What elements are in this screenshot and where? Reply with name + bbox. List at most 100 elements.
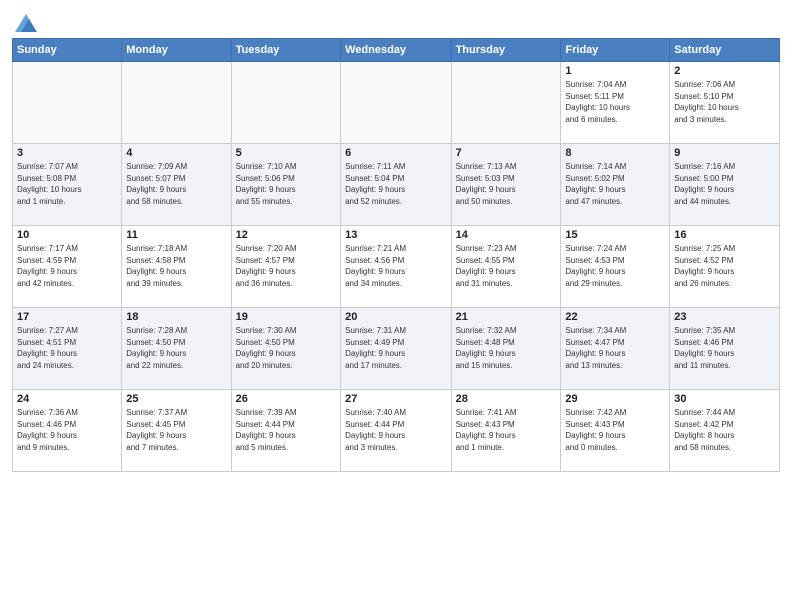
calendar-day bbox=[231, 62, 340, 144]
calendar-day bbox=[122, 62, 231, 144]
day-number: 21 bbox=[456, 311, 557, 323]
calendar-day: 26 Sunrise: 7:39 AMSunset: 4:44 PMDayligh… bbox=[231, 390, 340, 472]
day-number: 25 bbox=[126, 393, 226, 405]
calendar-day: 20 Sunrise: 7:31 AMSunset: 4:49 PMDayligh… bbox=[341, 308, 451, 390]
weekday-header-wednesday: Wednesday bbox=[341, 39, 451, 62]
day-number: 12 bbox=[236, 229, 336, 241]
calendar-day: 19Sunrise: 7:30 AMSunset: 4:50 PMDayligh… bbox=[231, 308, 340, 390]
weekday-header-friday: Friday bbox=[561, 39, 670, 62]
calendar-day: 8 Sunrise: 7:14 AMSunset: 5:02 PMDaylight… bbox=[561, 144, 670, 226]
day-number: 15 bbox=[565, 229, 665, 241]
day-number: 17 bbox=[17, 311, 117, 323]
calendar-day: 11 Sunrise: 7:18 AMSunset: 4:58 PMDayligh… bbox=[122, 226, 231, 308]
day-info: Sunrise: 7:14 AMSunset: 5:02 PMDaylight:… bbox=[565, 161, 665, 207]
calendar-day: 10Sunrise: 7:17 AMSunset: 4:59 PMDayligh… bbox=[13, 226, 122, 308]
day-number: 16 bbox=[674, 229, 775, 241]
calendar-day: 5 Sunrise: 7:10 AMSunset: 5:06 PMDaylight… bbox=[231, 144, 340, 226]
day-number: 29 bbox=[565, 393, 665, 405]
logo bbox=[12, 14, 37, 32]
calendar-day: 12 Sunrise: 7:20 AMSunset: 4:57 PMDayligh… bbox=[231, 226, 340, 308]
calendar-day: 25 Sunrise: 7:37 AMSunset: 4:45 PMDayligh… bbox=[122, 390, 231, 472]
day-info: Sunrise: 7:41 AMSunset: 4:43 PMDaylight:… bbox=[456, 407, 557, 453]
weekday-header-sunday: Sunday bbox=[13, 39, 122, 62]
weekday-header-saturday: Saturday bbox=[670, 39, 780, 62]
page-container: SundayMondayTuesdayWednesdayThursdayFrid… bbox=[0, 0, 792, 612]
day-info: Sunrise: 7:11 AMSunset: 5:04 PMDaylight:… bbox=[345, 161, 446, 207]
day-info: Sunrise: 7:31 AMSunset: 4:49 PMDaylight:… bbox=[345, 325, 446, 371]
day-number: 22 bbox=[565, 311, 665, 323]
day-number: 30 bbox=[674, 393, 775, 405]
day-info: Sunrise: 7:18 AMSunset: 4:58 PMDaylight:… bbox=[126, 243, 226, 289]
day-number: 10 bbox=[17, 229, 117, 241]
day-number: 5 bbox=[236, 147, 336, 159]
day-number: 13 bbox=[345, 229, 446, 241]
day-number: 7 bbox=[456, 147, 557, 159]
day-number: 20 bbox=[345, 311, 446, 323]
calendar-day: 28 Sunrise: 7:41 AMSunset: 4:43 PMDayligh… bbox=[451, 390, 561, 472]
day-number: 23 bbox=[674, 311, 775, 323]
calendar-day: 18 Sunrise: 7:28 AMSunset: 4:50 PMDayligh… bbox=[122, 308, 231, 390]
calendar-week-row: 1 Sunrise: 7:04 AMSunset: 5:11 PMDaylight… bbox=[13, 62, 780, 144]
day-number: 6 bbox=[345, 147, 446, 159]
day-info: Sunrise: 7:36 AMSunset: 4:46 PMDaylight:… bbox=[17, 407, 117, 453]
logo-icon bbox=[15, 14, 37, 32]
day-number: 18 bbox=[126, 311, 226, 323]
calendar-week-row: 3 Sunrise: 7:07 AMSunset: 5:08 PMDaylight… bbox=[13, 144, 780, 226]
calendar-day: 16 Sunrise: 7:25 AMSunset: 4:52 PMDayligh… bbox=[670, 226, 780, 308]
weekday-header-thursday: Thursday bbox=[451, 39, 561, 62]
day-number: 28 bbox=[456, 393, 557, 405]
weekday-header-row: SundayMondayTuesdayWednesdayThursdayFrid… bbox=[13, 39, 780, 62]
calendar-day: 14 Sunrise: 7:23 AMSunset: 4:55 PMDayligh… bbox=[451, 226, 561, 308]
calendar-day: 3 Sunrise: 7:07 AMSunset: 5:08 PMDaylight… bbox=[13, 144, 122, 226]
day-info: Sunrise: 7:39 AMSunset: 4:44 PMDaylight:… bbox=[236, 407, 336, 453]
calendar-day: 2 Sunrise: 7:06 AMSunset: 5:10 PMDaylight… bbox=[670, 62, 780, 144]
day-number: 27 bbox=[345, 393, 446, 405]
weekday-header-tuesday: Tuesday bbox=[231, 39, 340, 62]
calendar-day: 15 Sunrise: 7:24 AMSunset: 4:53 PMDayligh… bbox=[561, 226, 670, 308]
day-number: 14 bbox=[456, 229, 557, 241]
calendar-week-row: 10Sunrise: 7:17 AMSunset: 4:59 PMDayligh… bbox=[13, 226, 780, 308]
day-number: 4 bbox=[126, 147, 226, 159]
calendar-day: 21Sunrise: 7:32 AMSunset: 4:48 PMDayligh… bbox=[451, 308, 561, 390]
day-info: Sunrise: 7:25 AMSunset: 4:52 PMDaylight:… bbox=[674, 243, 775, 289]
calendar-day: 23Sunrise: 7:35 AMSunset: 4:46 PMDayligh… bbox=[670, 308, 780, 390]
calendar-day: 9 Sunrise: 7:16 AMSunset: 5:00 PMDaylight… bbox=[670, 144, 780, 226]
calendar-day: 29Sunrise: 7:42 AMSunset: 4:43 PMDayligh… bbox=[561, 390, 670, 472]
day-info: Sunrise: 7:40 AMSunset: 4:44 PMDaylight:… bbox=[345, 407, 446, 453]
calendar: SundayMondayTuesdayWednesdayThursdayFrid… bbox=[12, 38, 780, 472]
day-info: Sunrise: 7:44 AMSunset: 4:42 PMDaylight:… bbox=[674, 407, 775, 453]
weekday-header-monday: Monday bbox=[122, 39, 231, 62]
day-info: Sunrise: 7:06 AMSunset: 5:10 PMDaylight:… bbox=[674, 79, 775, 125]
day-info: Sunrise: 7:23 AMSunset: 4:55 PMDaylight:… bbox=[456, 243, 557, 289]
calendar-day: 24 Sunrise: 7:36 AMSunset: 4:46 PMDayligh… bbox=[13, 390, 122, 472]
day-info: Sunrise: 7:24 AMSunset: 4:53 PMDaylight:… bbox=[565, 243, 665, 289]
day-number: 3 bbox=[17, 147, 117, 159]
calendar-week-row: 17 Sunrise: 7:27 AMSunset: 4:51 PMDayligh… bbox=[13, 308, 780, 390]
day-number: 2 bbox=[674, 65, 775, 77]
day-info: Sunrise: 7:34 AMSunset: 4:47 PMDaylight:… bbox=[565, 325, 665, 371]
day-info: Sunrise: 7:10 AMSunset: 5:06 PMDaylight:… bbox=[236, 161, 336, 207]
day-info: Sunrise: 7:21 AMSunset: 4:56 PMDaylight:… bbox=[345, 243, 446, 289]
calendar-day: 30 Sunrise: 7:44 AMSunset: 4:42 PMDayligh… bbox=[670, 390, 780, 472]
calendar-day: 1 Sunrise: 7:04 AMSunset: 5:11 PMDaylight… bbox=[561, 62, 670, 144]
day-number: 24 bbox=[17, 393, 117, 405]
calendar-day: 13 Sunrise: 7:21 AMSunset: 4:56 PMDayligh… bbox=[341, 226, 451, 308]
day-info: Sunrise: 7:09 AMSunset: 5:07 PMDaylight:… bbox=[126, 161, 226, 207]
day-info: Sunrise: 7:07 AMSunset: 5:08 PMDaylight:… bbox=[17, 161, 117, 207]
day-info: Sunrise: 7:30 AMSunset: 4:50 PMDaylight:… bbox=[236, 325, 336, 371]
day-number: 11 bbox=[126, 229, 226, 241]
day-number: 1 bbox=[565, 65, 665, 77]
day-info: Sunrise: 7:27 AMSunset: 4:51 PMDaylight:… bbox=[17, 325, 117, 371]
day-info: Sunrise: 7:20 AMSunset: 4:57 PMDaylight:… bbox=[236, 243, 336, 289]
day-info: Sunrise: 7:16 AMSunset: 5:00 PMDaylight:… bbox=[674, 161, 775, 207]
day-info: Sunrise: 7:37 AMSunset: 4:45 PMDaylight:… bbox=[126, 407, 226, 453]
day-info: Sunrise: 7:28 AMSunset: 4:50 PMDaylight:… bbox=[126, 325, 226, 371]
calendar-day: 22 Sunrise: 7:34 AMSunset: 4:47 PMDayligh… bbox=[561, 308, 670, 390]
day-number: 9 bbox=[674, 147, 775, 159]
day-info: Sunrise: 7:04 AMSunset: 5:11 PMDaylight:… bbox=[565, 79, 665, 125]
day-number: 26 bbox=[236, 393, 336, 405]
day-number: 8 bbox=[565, 147, 665, 159]
calendar-day: 6 Sunrise: 7:11 AMSunset: 5:04 PMDaylight… bbox=[341, 144, 451, 226]
calendar-day: 7Sunrise: 7:13 AMSunset: 5:03 PMDaylight… bbox=[451, 144, 561, 226]
calendar-day: 4 Sunrise: 7:09 AMSunset: 5:07 PMDaylight… bbox=[122, 144, 231, 226]
